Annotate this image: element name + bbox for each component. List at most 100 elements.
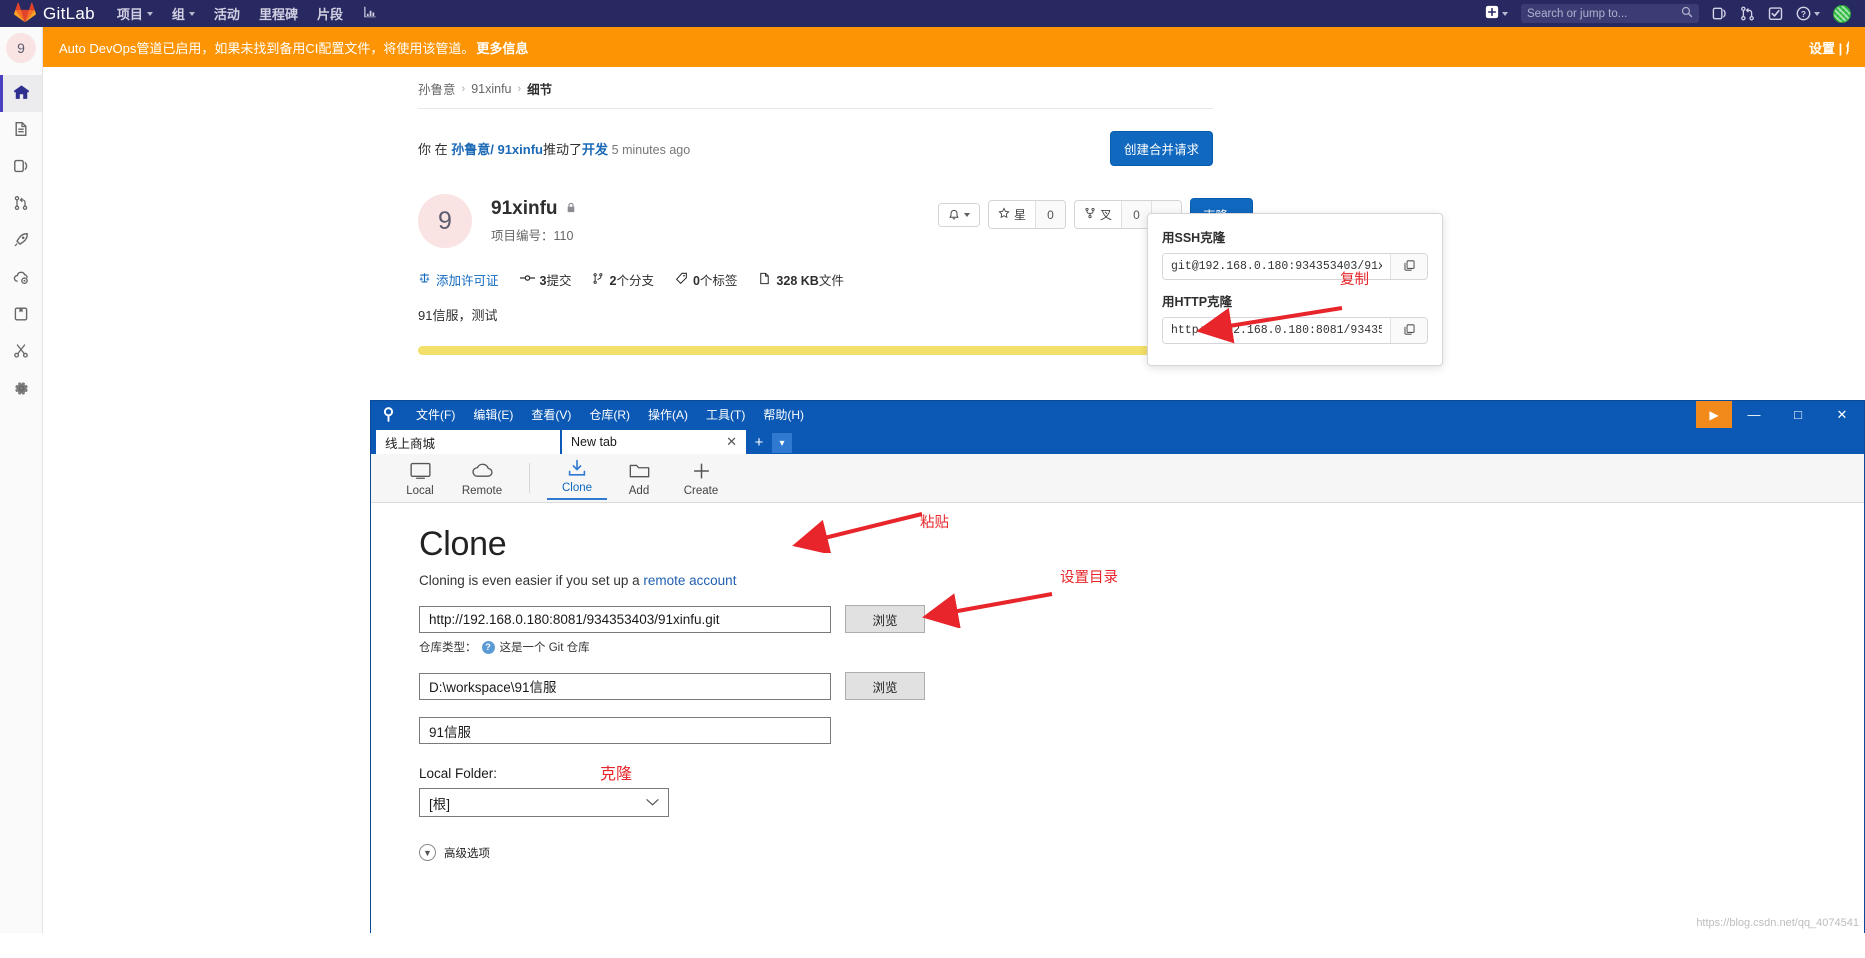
annotation-set-directory: 设置目录 [1060, 566, 1118, 587]
tab-new-tab[interactable]: New tab ✕ [562, 430, 746, 454]
nav-item-projects[interactable]: 项目 [117, 4, 153, 23]
repo-name-row [419, 717, 1864, 744]
destination-path-input[interactable] [419, 673, 831, 700]
sidebar-item-settings[interactable] [0, 371, 42, 408]
stat-add-license[interactable]: 添加许可证 [418, 270, 499, 289]
destination-path-row: 浏览 [419, 672, 1864, 700]
new-item-button[interactable] [1485, 5, 1508, 22]
toolbar-add-button[interactable]: Add [608, 459, 670, 497]
nav-item-snippets[interactable]: 片段 [317, 4, 343, 23]
todos-icon[interactable] [1768, 6, 1783, 21]
fork-button[interactable]: 叉 [1075, 201, 1121, 228]
sidebar-item-ci-cd[interactable] [0, 223, 42, 260]
nav-item-groups-label: 组 [172, 4, 185, 23]
git-client-tabs: 线上商城 New tab ✕ + ▾ [371, 428, 1864, 454]
git-client-menubar: 文件(F) 编辑(E) 查看(V) 仓库(R) 操作(A) 工具(T) 帮助(H… [407, 402, 813, 427]
notification-dropdown[interactable] [938, 203, 980, 227]
stat-branches[interactable]: 2个分支 [592, 270, 653, 289]
star-button[interactable]: 星 [989, 201, 1035, 228]
repo-name-input[interactable] [419, 717, 831, 744]
gitlab-logo[interactable]: GitLab [8, 2, 95, 26]
bell-icon[interactable] [939, 204, 979, 226]
help-icon[interactable]: ? [1796, 6, 1820, 21]
plus-square-icon [1485, 5, 1499, 22]
minimize-button[interactable]: — [1732, 401, 1776, 428]
run-button[interactable]: ▶ [1696, 401, 1732, 428]
local-folder-select[interactable]: [根] [419, 788, 669, 817]
breadcrumb-owner[interactable]: 孙鲁意 [418, 79, 456, 98]
advanced-options-toggle[interactable]: ▼ 高级选项 [419, 844, 1864, 861]
nav-item-projects-label: 项目 [117, 4, 143, 23]
breadcrumb-project[interactable]: 91xinfu [471, 82, 511, 96]
toolbar-clone-button[interactable]: Clone [546, 456, 608, 500]
sidebar-item-repository[interactable] [0, 112, 42, 149]
clone-page-title: Clone [419, 525, 1864, 564]
browse-destination-button[interactable]: 浏览 [845, 672, 925, 700]
sidebar-item-snippets[interactable] [0, 334, 42, 371]
nav-item-groups[interactable]: 组 [172, 4, 195, 23]
push-project-link[interactable]: 孙鲁意/ 91xinfu [451, 142, 543, 157]
browse-source-button[interactable]: 浏览 [845, 605, 925, 633]
sidebar-item-operations[interactable] [0, 260, 42, 297]
maximize-button[interactable]: □ [1776, 401, 1820, 428]
source-url-row: 浏览 [419, 605, 1864, 633]
new-tab-button[interactable]: + [748, 431, 770, 453]
menu-view[interactable]: 查看(V) [522, 402, 580, 427]
remote-account-link[interactable]: remote account [643, 573, 736, 588]
stat-tags[interactable]: 0个标签 [675, 270, 737, 289]
copy-ssh-url-button[interactable] [1390, 254, 1427, 279]
project-sidebar: 9 [0, 27, 43, 933]
menu-repository[interactable]: 仓库(R) [580, 402, 639, 427]
copy-http-url-button[interactable] [1390, 318, 1427, 343]
issues-icon[interactable] [1712, 6, 1727, 21]
file-size-icon [758, 272, 771, 288]
banner-more-info-link[interactable]: 更多信息 [476, 38, 528, 57]
toolbar-create-button[interactable]: Create [670, 459, 732, 497]
nav-item-analytics[interactable] [362, 5, 377, 22]
license-icon [418, 272, 431, 288]
push-action: 推动了 [543, 142, 582, 157]
nav-item-milestones[interactable]: 里程碑 [259, 4, 298, 23]
gear-icon [13, 380, 30, 400]
stat-commits[interactable]: 3提交 [520, 270, 572, 289]
banner-settings-actions[interactable]: 设置 | 解 [1809, 38, 1849, 57]
star-button-group[interactable]: 星 0 [988, 200, 1066, 229]
sourcetree-icon [377, 404, 399, 426]
toolbar-remote-button[interactable]: Remote [451, 459, 513, 497]
menu-actions[interactable]: 操作(A) [639, 402, 697, 427]
nav-item-activity[interactable]: 活动 [214, 4, 240, 23]
sidebar-item-project-home[interactable] [0, 75, 42, 112]
issues-icon [13, 158, 29, 177]
sidebar-item-packages[interactable] [0, 297, 42, 334]
folder-icon [629, 462, 650, 483]
menu-help[interactable]: 帮助(H) [754, 402, 813, 427]
push-event-row: 你 在 孙鲁意/ 91xinfu推动了开发 5 minutes ago 创建合并… [418, 109, 1213, 166]
sidebar-item-issues[interactable] [0, 149, 42, 186]
stat-files-size[interactable]: 328 KB文件 [758, 270, 843, 289]
advanced-options-label: 高级选项 [444, 845, 490, 861]
chart-icon [362, 5, 377, 22]
search-input[interactable]: Search or jump to... [1521, 4, 1699, 23]
sidebar-project-avatar[interactable]: 9 [6, 33, 36, 63]
avatar[interactable] [1833, 5, 1851, 23]
toolbar-local-button[interactable]: Local [389, 459, 451, 497]
close-button[interactable]: ✕ [1820, 401, 1864, 428]
ssh-clone-field[interactable] [1162, 253, 1428, 280]
tab-online-store[interactable]: 线上商城 [376, 430, 560, 454]
toolbar-clone-label: Clone [562, 482, 592, 494]
push-branch-link[interactable]: 开发 [582, 142, 608, 157]
merge-requests-icon[interactable] [1740, 6, 1755, 21]
menu-edit[interactable]: 编辑(E) [464, 402, 522, 427]
help-icon[interactable]: ? [482, 641, 495, 654]
source-url-input[interactable] [419, 606, 831, 633]
tab-list-dropdown-button[interactable]: ▾ [772, 433, 792, 453]
push-event-text: 你 在 孙鲁意/ 91xinfu推动了开发 5 minutes ago [418, 139, 690, 158]
sidebar-item-merge-requests[interactable] [0, 186, 42, 223]
gitlab-brand-text: GitLab [43, 4, 95, 24]
project-avatar: 9 [418, 194, 472, 248]
menu-tools[interactable]: 工具(T) [697, 402, 754, 427]
create-merge-request-button[interactable]: 创建合并请求 [1110, 131, 1213, 166]
page-title: 91xinfu [491, 198, 577, 220]
menu-file[interactable]: 文件(F) [407, 402, 464, 427]
close-icon[interactable]: ✕ [726, 434, 737, 450]
